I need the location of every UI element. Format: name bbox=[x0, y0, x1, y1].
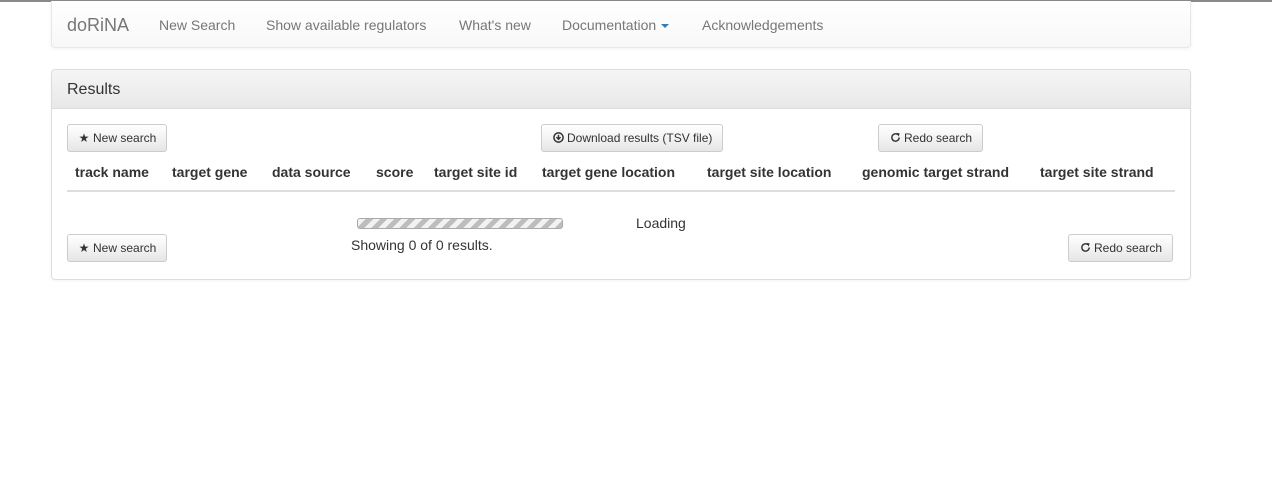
panel-title: Results bbox=[67, 81, 121, 98]
loading-text: Loading bbox=[636, 215, 686, 231]
caret-down-icon bbox=[661, 24, 670, 29]
nav-show-available-regulators[interactable]: Show available regulators bbox=[266, 17, 426, 33]
nav-documentation-dropdown[interactable]: Documentation bbox=[562, 17, 670, 33]
circle-arrow-down-icon bbox=[552, 125, 564, 151]
download-label: Download results (TSV file) bbox=[567, 131, 713, 145]
loading-progress-bar bbox=[357, 218, 563, 229]
redo-search-button-top[interactable]: Redo search bbox=[878, 124, 984, 152]
table-header-divider bbox=[67, 190, 1175, 192]
new-search-button-top[interactable]: ★ New search bbox=[67, 124, 168, 152]
column-header-target-site-location[interactable]: target site location bbox=[707, 164, 831, 180]
column-header-target-site-id[interactable]: target site id bbox=[434, 164, 517, 180]
new-search-label: New search bbox=[93, 131, 157, 145]
redo-label: Redo search bbox=[904, 131, 973, 145]
column-header-track-name[interactable]: track name bbox=[75, 164, 149, 180]
results-count-info: Showing 0 of 0 results. bbox=[351, 237, 493, 253]
results-panel-heading: Results bbox=[52, 70, 1190, 109]
column-header-target-gene-location[interactable]: target gene location bbox=[542, 164, 675, 180]
column-header-target-site-strand[interactable]: target site strand bbox=[1040, 164, 1154, 180]
star-icon: ★ bbox=[78, 131, 90, 145]
redo-search-button-bottom[interactable]: Redo search bbox=[1068, 234, 1174, 262]
column-header-target-gene[interactable]: target gene bbox=[172, 164, 247, 180]
nav-new-search[interactable]: New Search bbox=[159, 17, 235, 33]
refresh-icon bbox=[889, 125, 901, 151]
nav-acknowledgements[interactable]: Acknowledgements bbox=[702, 17, 823, 33]
new-search-button-bottom[interactable]: ★ New search bbox=[67, 234, 168, 262]
column-header-genomic-target-strand[interactable]: genomic target strand bbox=[862, 164, 1009, 180]
top-navbar: doRiNA New Search Show available regulat… bbox=[51, 1, 1191, 48]
redo-label: Redo search bbox=[1094, 241, 1163, 255]
nav-documentation-label: Documentation bbox=[562, 17, 657, 33]
results-panel: Results ★ New search Download results (TS… bbox=[51, 69, 1191, 280]
new-search-label: New search bbox=[93, 241, 157, 255]
nav-whats-new[interactable]: What's new bbox=[459, 17, 531, 33]
column-header-data-source[interactable]: data source bbox=[272, 164, 351, 180]
star-icon: ★ bbox=[78, 241, 90, 255]
column-header-score[interactable]: score bbox=[376, 164, 413, 180]
brand-link[interactable]: doRiNA bbox=[67, 15, 129, 36]
refresh-icon bbox=[1079, 235, 1091, 261]
download-results-button[interactable]: Download results (TSV file) bbox=[541, 124, 724, 152]
